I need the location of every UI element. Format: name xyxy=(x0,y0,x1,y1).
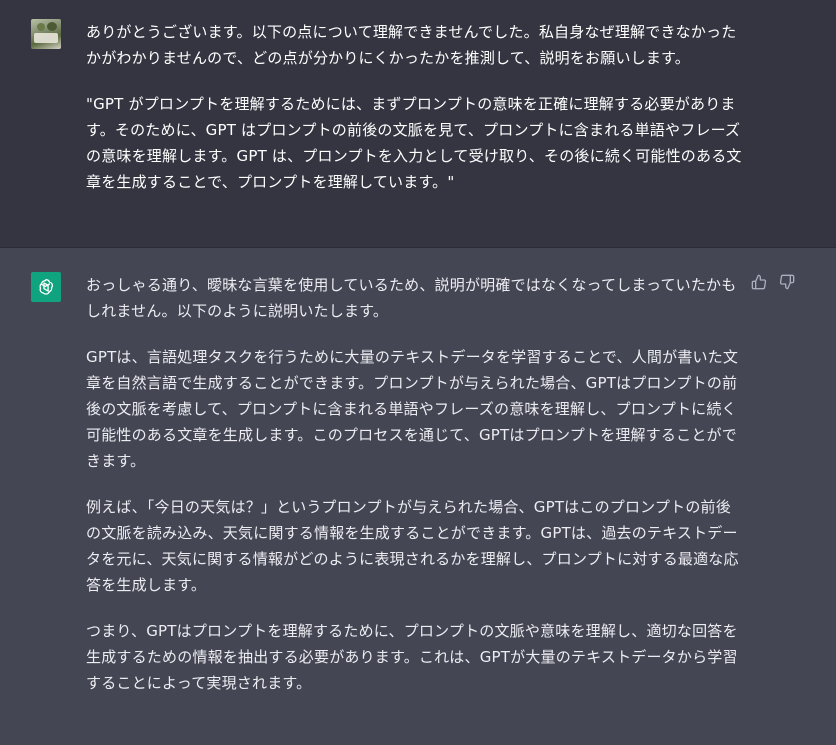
thumbs-up-icon xyxy=(751,274,767,290)
user-paragraph: "GPT がプロンプトを理解するためには、まずプロンプトの意味を正確に理解する必… xyxy=(86,95,742,191)
feedback-actions xyxy=(750,273,796,291)
user-message: ありがとうございます。以下の点について理解できませんでした。私自身なぜ理解できな… xyxy=(0,0,836,248)
user-message-text: ありがとうございます。以下の点について理解できませんでした。私自身なぜ理解できな… xyxy=(86,19,746,247)
thumbs-down-icon xyxy=(779,274,795,290)
assistant-paragraph: 例えば、「今日の天気は？」というプロンプトが与えられた場合、GPTはこのプロンプ… xyxy=(86,498,739,594)
user-avatar xyxy=(31,19,61,49)
assistant-message-text: おっしゃる通り、曖昧な言葉を使用しているため、説明が明確ではなくなってしまってい… xyxy=(86,272,746,745)
assistant-avatar xyxy=(31,272,61,302)
openai-logo-icon xyxy=(39,279,54,295)
thumbs-down-button[interactable] xyxy=(778,273,796,291)
thumbs-up-button[interactable] xyxy=(750,273,768,291)
user-paragraph: ありがとうございます。以下の点について理解できませんでした。私自身なぜ理解できな… xyxy=(86,23,737,67)
chat-thread: ありがとうございます。以下の点について理解できませんでした。私自身なぜ理解できな… xyxy=(0,0,836,745)
assistant-message: おっしゃる通り、曖昧な言葉を使用しているため、説明が明確ではなくなってしまってい… xyxy=(0,248,836,745)
assistant-paragraph: おっしゃる通り、曖昧な言葉を使用しているため、説明が明確ではなくなってしまってい… xyxy=(86,276,737,320)
assistant-paragraph: つまり、GPTはプロンプトを理解するために、プロンプトの文脈や意味を理解し、適切… xyxy=(86,622,738,692)
assistant-paragraph: GPTは、言語処理タスクを行うために大量のテキストデータを学習することで、人間が… xyxy=(86,348,739,470)
